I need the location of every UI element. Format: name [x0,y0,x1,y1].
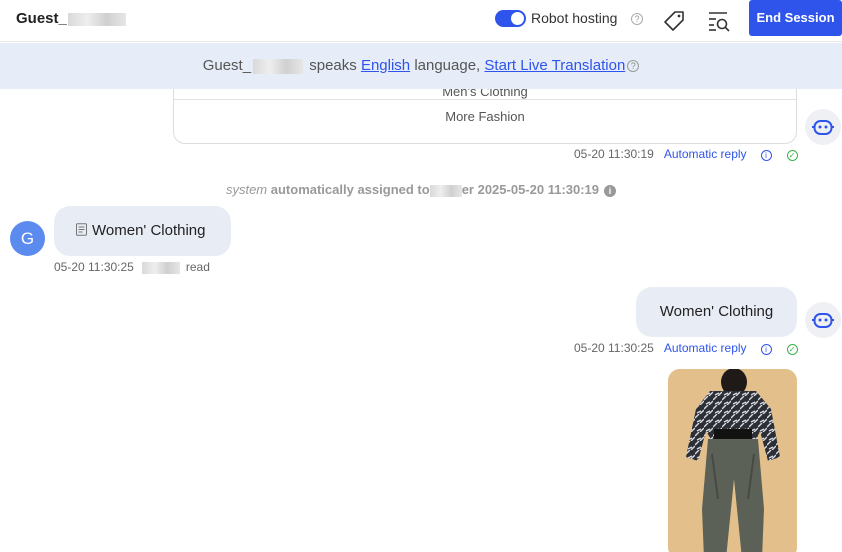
product-image[interactable] [668,369,797,552]
guest-title: Guest_ [16,10,126,27]
conversation-header: Guest_ Robot hosting ? End Session [0,0,842,42]
system-suffix: er 2025-05-20 11:30:19 [461,182,600,197]
redacted-id [67,12,126,26]
robot-hosting-label: Robot hosting [531,10,618,26]
message-time: 05-20 11:30:19 [574,147,654,161]
guest-message-text: Women' Clothing [92,222,206,239]
search-list-icon[interactable] [707,9,731,33]
message-list[interactable]: Men's Clothing More Fashion 05-20 11:30:… [0,89,842,552]
info-icon[interactable]: i [604,185,617,197]
banner-language-suffix: language, [414,57,481,74]
message-meta: 05-20 11:30:25 Automatic reply i ✓ [574,341,798,355]
message-meta: 05-20 11:30:25 read [54,260,210,274]
guest-message-bubble: Women' Clothing [54,206,231,256]
system-actor: system [225,182,268,197]
robot-avatar [805,302,841,338]
system-notice: system automatically assigned to er 2025-… [0,182,842,197]
robot-icon [812,313,834,328]
clothing-photo [668,369,797,552]
bot-message-text: Women' Clothing [659,303,774,320]
robot-hosting-toggle[interactable] [495,10,526,27]
guest-name: Guest_ [16,10,67,27]
help-icon[interactable]: ? [631,13,643,25]
automatic-reply-status: Automatic reply [663,341,747,355]
bot-message-bubble: Women' Clothing [636,287,797,337]
robot-avatar [805,109,841,145]
quick-reply-option[interactable]: More Fashion [174,99,796,133]
tag-icon[interactable] [662,9,686,33]
language-link[interactable]: English [361,57,410,74]
info-icon[interactable]: i [760,150,772,161]
info-icon[interactable]: i [760,344,772,355]
robot-icon [812,120,834,135]
message-time: 05-20 11:30:25 [574,341,654,355]
chat-window: Guest_ Robot hosting ? End Session Guest… [0,0,842,552]
quick-reply-card: Men's Clothing More Fashion [173,89,797,144]
banner-speaks: speaks [309,57,357,74]
guest-avatar: G [10,221,45,256]
redacted-reader [141,261,180,274]
help-icon[interactable]: ? [627,60,640,72]
automatic-reply-status: Automatic reply [663,147,747,161]
redacted-agent [429,184,462,197]
message-meta: 05-20 11:30:19 Automatic reply i ✓ [574,147,798,161]
toggle-knob [511,12,524,25]
redacted-id [253,58,304,74]
system-text: automatically assigned to [270,182,430,197]
banner-guest: Guest_ [202,57,252,74]
document-icon [76,223,87,236]
delivered-check-icon: ✓ [786,344,798,355]
message-time: 05-20 11:30:25 [54,260,134,274]
read-status: read [185,260,210,274]
end-session-button[interactable]: End Session [749,0,842,36]
start-translation-link[interactable]: Start Live Translation [484,57,625,74]
delivered-check-icon: ✓ [786,150,798,161]
language-banner: Guest_ speaks English language, Start Li… [0,43,842,89]
